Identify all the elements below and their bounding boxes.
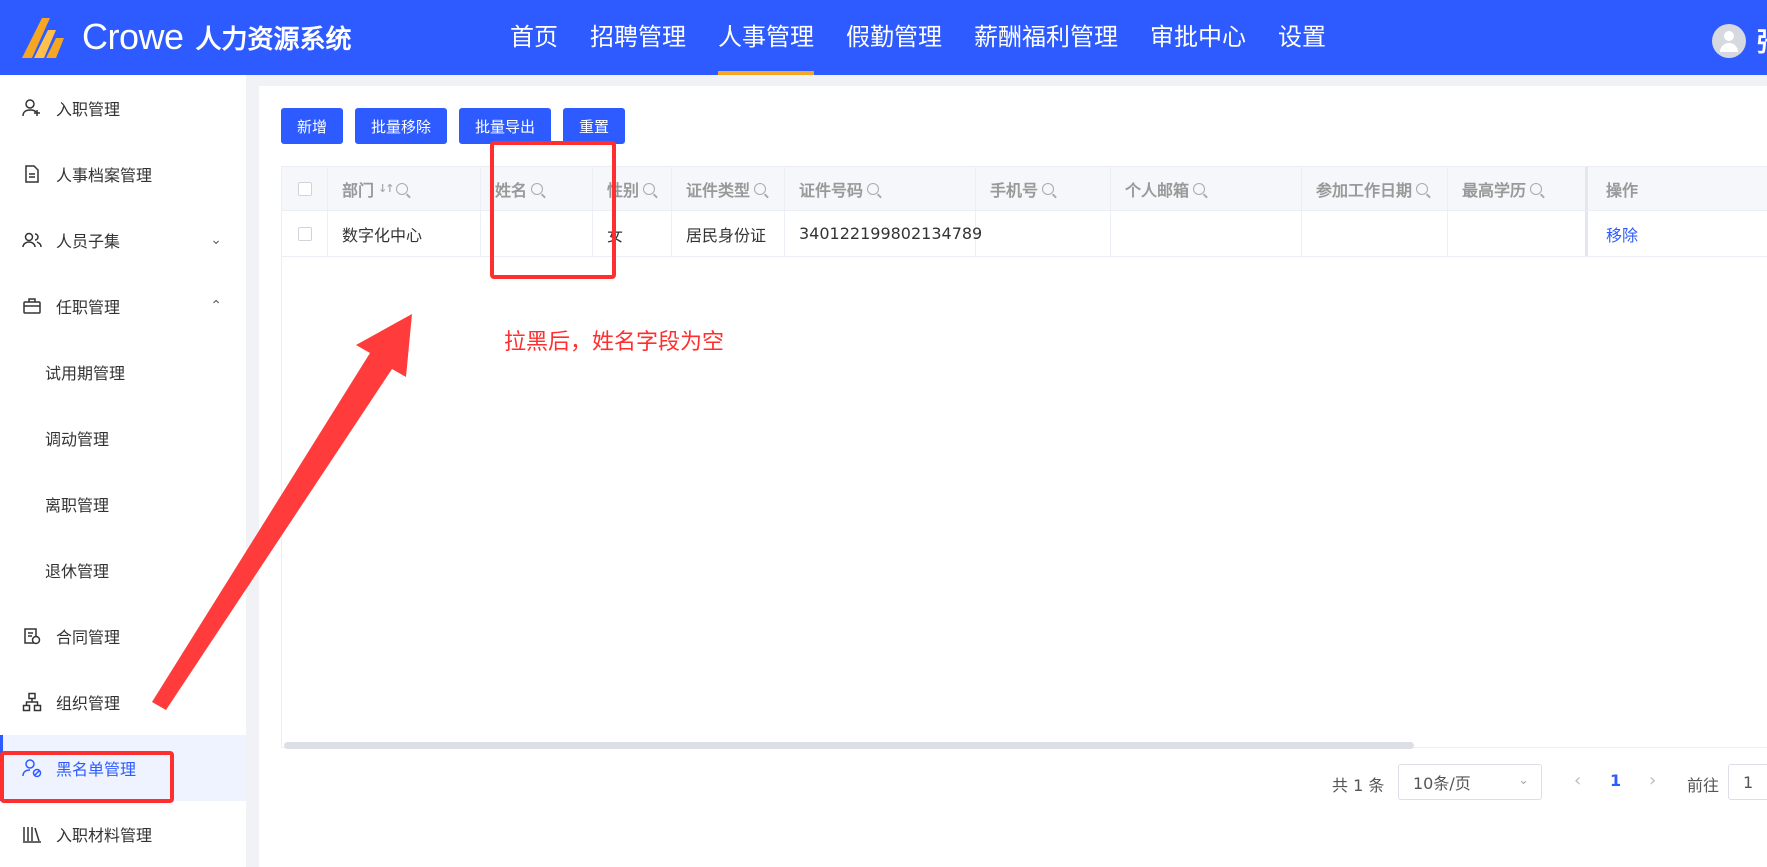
- sidebar-item-label: 退休管理: [45, 562, 110, 581]
- search-icon[interactable]: [867, 182, 880, 195]
- sidebar-item-retirement[interactable]: 退休管理: [0, 537, 246, 603]
- sidebar-item-label: 人员子集: [56, 232, 121, 251]
- nav-home[interactable]: 首页: [510, 0, 558, 75]
- column-header-phone[interactable]: 手机号: [976, 167, 1111, 210]
- user-add-icon: [22, 98, 42, 118]
- nav-recruitment[interactable]: 招聘管理: [590, 0, 686, 75]
- row-checkbox-cell: [282, 211, 328, 256]
- cell-id-type: 居民身份证: [672, 211, 785, 256]
- sidebar-item-label: 组织管理: [56, 694, 121, 713]
- sidebar-item-records[interactable]: 人事档案管理: [0, 141, 246, 207]
- sidebar-item-transfer[interactable]: 调动管理: [0, 405, 246, 471]
- sidebar-item-label: 离职管理: [45, 496, 110, 515]
- nav-payroll[interactable]: 薪酬福利管理: [974, 0, 1118, 75]
- search-icon[interactable]: [643, 182, 656, 195]
- main-content: 新增 批量移除 批量导出 重置 部门 ↓↑ 姓名 性别 证件类型 证件号码 手机…: [259, 86, 1767, 867]
- search-icon[interactable]: [754, 182, 767, 195]
- avatar[interactable]: [1712, 23, 1746, 58]
- cell-action: 移除: [1592, 211, 1767, 256]
- top-nav: 首页 招聘管理 人事管理 假勤管理 薪酬福利管理 审批中心 设置: [510, 0, 1358, 75]
- document-icon: [22, 164, 42, 184]
- briefcase-icon: [22, 296, 42, 316]
- select-all-checkbox[interactable]: [297, 181, 312, 196]
- nav-personnel[interactable]: 人事管理: [718, 0, 814, 75]
- nav-settings[interactable]: 设置: [1278, 0, 1326, 75]
- goto-label: 前往: [1687, 776, 1720, 795]
- crowe-logo-icon: [22, 18, 64, 58]
- column-header-action: 操作: [1606, 180, 1639, 200]
- column-header-id-type[interactable]: 证件类型: [672, 167, 785, 210]
- sidebar-item-onboarding[interactable]: 入职管理: [0, 75, 246, 141]
- user-menu[interactable]: 张: [1712, 22, 1767, 59]
- row-checkbox[interactable]: [297, 226, 312, 241]
- chevron-down-icon[interactable]: ⌄: [210, 232, 222, 248]
- sidebar: 入职管理 人事档案管理 人员子集 ⌄ 任职管理 ⌃ 试用期管理 调动管理 离职管…: [0, 75, 246, 867]
- sidebar-item-resignation[interactable]: 离职管理: [0, 471, 246, 537]
- column-header-email[interactable]: 个人邮箱: [1111, 167, 1302, 210]
- column-header-id-no[interactable]: 证件号码: [785, 167, 976, 210]
- sidebar-item-organization[interactable]: 组织管理: [0, 669, 246, 735]
- annotation-text: 拉黑后，姓名字段为空: [504, 330, 725, 355]
- sidebar-item-label: 任职管理: [56, 298, 121, 317]
- cell-work-date: [1302, 211, 1448, 256]
- column-header-work-date[interactable]: 参加工作日期: [1302, 167, 1448, 210]
- column-header-dept[interactable]: 部门 ↓↑: [328, 167, 481, 210]
- select-all-checkbox-cell: [282, 167, 328, 210]
- cell-email: [1111, 211, 1302, 256]
- annotation-box-blacklist-menu: [0, 751, 174, 803]
- page-number[interactable]: 1: [1610, 771, 1621, 790]
- pagination: 共 1 条 10条/页 ⌄ ‹ 1 › 前往 1: [259, 762, 1767, 802]
- cell-dept: 数字化中心: [328, 211, 481, 256]
- sidebar-item-subsets[interactable]: 人员子集 ⌄: [0, 207, 246, 273]
- cell-id-no: 340122199802134789: [785, 211, 982, 256]
- user-name[interactable]: 张: [1756, 22, 1767, 59]
- sidebar-item-contract[interactable]: 合同管理: [0, 603, 246, 669]
- prev-page-icon[interactable]: ‹: [1574, 770, 1581, 791]
- books-icon: [22, 824, 42, 844]
- logo: Crowe 人力资源系统: [20, 14, 352, 60]
- sidebar-item-probation[interactable]: 试用期管理: [0, 339, 246, 405]
- nav-approval[interactable]: 审批中心: [1150, 0, 1246, 75]
- search-icon[interactable]: [1416, 182, 1429, 195]
- sidebar-item-label: 人事档案管理: [56, 166, 153, 185]
- search-icon[interactable]: [1193, 182, 1206, 195]
- chevron-up-icon[interactable]: ⌃: [210, 298, 222, 314]
- chevron-down-icon: ⌄: [1518, 773, 1529, 788]
- batch-export-button[interactable]: 批量导出: [459, 108, 552, 144]
- annotation-box-name-column: [490, 141, 616, 279]
- goto-page-input[interactable]: 1: [1728, 764, 1767, 800]
- search-icon[interactable]: [1042, 182, 1055, 195]
- org-chart-icon: [22, 692, 42, 712]
- remove-link[interactable]: 移除: [1606, 222, 1638, 246]
- pagination-total: 共 1 条: [1332, 776, 1385, 795]
- sidebar-item-label: 合同管理: [56, 628, 121, 647]
- sidebar-item-label: 入职材料管理: [56, 826, 153, 845]
- sidebar-item-label: 试用期管理: [45, 364, 126, 383]
- sort-icon[interactable]: ↓↑: [378, 182, 395, 195]
- search-icon[interactable]: [396, 182, 409, 195]
- brand-name: Crowe: [82, 16, 184, 57]
- sidebar-item-appointment[interactable]: 任职管理 ⌃: [0, 273, 246, 339]
- sidebar-item-materials[interactable]: 入职材料管理: [0, 801, 246, 867]
- search-icon[interactable]: [1530, 182, 1543, 195]
- cell-education: [1448, 211, 1588, 256]
- users-icon: [22, 230, 42, 250]
- add-button[interactable]: 新增: [281, 108, 344, 144]
- batch-remove-button[interactable]: 批量移除: [355, 108, 448, 144]
- next-page-icon[interactable]: ›: [1649, 770, 1656, 791]
- sidebar-item-label: 调动管理: [45, 430, 110, 449]
- cell-phone: [976, 211, 1111, 256]
- sidebar-item-label: 入职管理: [56, 100, 121, 119]
- toolbar: 新增 批量移除 批量导出 重置: [281, 108, 637, 144]
- nav-attendance[interactable]: 假勤管理: [846, 0, 942, 75]
- top-bar: Crowe 人力资源系统 首页 招聘管理 人事管理 假勤管理 薪酬福利管理 审批…: [0, 0, 1767, 75]
- horizontal-scrollbar[interactable]: [284, 742, 1414, 749]
- contract-icon: [22, 626, 42, 646]
- page-size-select[interactable]: 10条/页 ⌄: [1398, 764, 1542, 800]
- system-name: 人力资源系统: [195, 24, 352, 55]
- reset-button[interactable]: 重置: [563, 108, 626, 144]
- column-header-education[interactable]: 最高学历: [1448, 167, 1588, 210]
